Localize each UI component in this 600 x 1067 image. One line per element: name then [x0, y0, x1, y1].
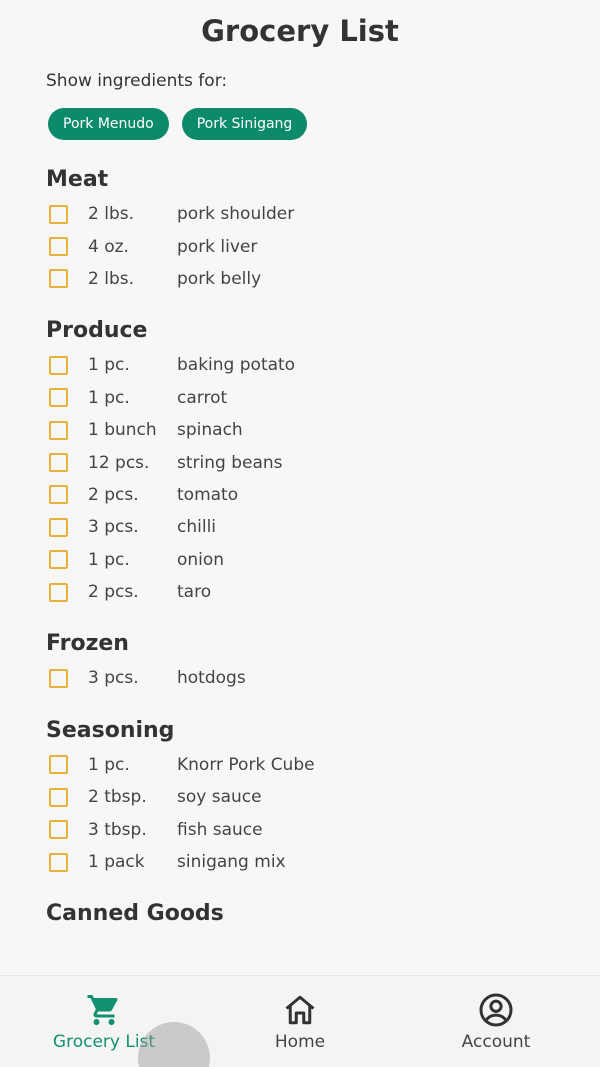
item-quantity: 4 oz. — [88, 236, 129, 257]
section-title: Frozen — [46, 631, 129, 657]
chip-pork-menudo[interactable]: Pork Menudo — [48, 108, 169, 140]
list-item: 2 pcs. taro — [0, 576, 600, 608]
item-checkbox[interactable] — [49, 668, 68, 688]
item-quantity: 3 tbsp. — [88, 819, 147, 840]
list-item: 1 bunch spinach — [0, 414, 600, 446]
item-name: Knorr Pork Cube — [177, 754, 315, 775]
account-icon — [479, 993, 513, 1027]
item-quantity: 1 pc. — [88, 754, 130, 775]
section-produce: Produce 1 pc. baking potato 1 pc. carrot 1 bu… — [0, 313, 600, 608]
list-item: 1 pc. baking potato — [0, 349, 600, 381]
item-quantity: 3 pcs. — [88, 668, 139, 689]
list-item: 1 pack sinigang mix — [0, 846, 600, 878]
bottom-nav: Grocery List Home Account — [0, 975, 600, 1067]
item-quantity: 2 pcs. — [88, 582, 139, 603]
list-item: 1 pc. carrot — [0, 382, 600, 414]
section-title: Canned Goods — [46, 901, 224, 927]
item-checkbox[interactable] — [49, 485, 68, 505]
list-item: 1 pc. Knorr Pork Cube — [0, 749, 600, 781]
list-item: 4 oz. pork liver — [0, 230, 600, 262]
item-name: spinach — [177, 420, 243, 441]
list-item: 3 pcs. hotdogs — [0, 662, 600, 694]
section-title: Meat — [46, 167, 109, 192]
item-checkbox[interactable] — [49, 269, 68, 289]
item-name: onion — [177, 549, 225, 570]
item-quantity: 1 pack — [88, 852, 145, 873]
item-name: fish sauce — [177, 819, 263, 840]
list-item: 3 pcs. chilli — [0, 511, 600, 543]
item-name: sinigang mix — [177, 852, 286, 873]
list-item: 2 tbsp. soy sauce — [0, 781, 600, 813]
item-checkbox[interactable] — [49, 388, 68, 408]
list-item: 2 lbs. pork belly — [0, 263, 600, 295]
item-name: baking potato — [177, 355, 296, 376]
item-name: tomato — [177, 484, 239, 505]
item-checkbox[interactable] — [49, 420, 68, 440]
item-name: taro — [177, 582, 212, 603]
filter-label: Show ingredients for: — [46, 71, 228, 91]
item-quantity: 1 bunch — [88, 420, 157, 441]
item-name: string beans — [177, 452, 283, 473]
section-frozen: Frozen 3 pcs. hotdogs — [0, 626, 600, 694]
item-quantity: 2 pcs. — [88, 484, 139, 505]
item-checkbox[interactable] — [49, 550, 68, 570]
list-item: 12 pcs. string beans — [0, 446, 600, 478]
section-title: Seasoning — [46, 717, 175, 743]
item-checkbox[interactable] — [49, 237, 68, 257]
list-item: 1 pc. onion — [0, 544, 600, 576]
nav-home-label: Home — [274, 1032, 326, 1052]
item-quantity: 2 tbsp. — [88, 787, 147, 808]
list-item: 2 pcs. tomato — [0, 479, 600, 511]
item-quantity: 2 lbs. — [88, 204, 134, 225]
recipe-filter-chips: Pork Menudo Pork Sinigang — [48, 108, 308, 140]
item-checkbox[interactable] — [49, 517, 68, 537]
item-checkbox[interactable] — [49, 787, 68, 807]
item-quantity: 2 lbs. — [88, 268, 134, 289]
grocery-sections: Meat 2 lbs. pork shoulder 4 oz. pork liver 2 … — [0, 162, 600, 950]
item-name: hotdogs — [177, 668, 246, 689]
page-title: Grocery List — [201, 14, 399, 48]
item-quantity: 3 pcs. — [88, 517, 139, 538]
item-name: pork belly — [177, 268, 262, 289]
item-checkbox[interactable] — [49, 582, 68, 602]
item-quantity: 1 pc. — [88, 387, 130, 408]
item-name: carrot — [177, 387, 228, 408]
item-quantity: 1 pc. — [88, 549, 130, 570]
section-seasoning: Seasoning 1 pc. Knorr Pork Cube 2 tbsp. soy … — [0, 713, 600, 879]
nav-account-label: Account — [461, 1032, 531, 1052]
nav-home[interactable]: Home — [200, 976, 400, 1067]
item-checkbox[interactable] — [49, 204, 68, 224]
item-quantity: 12 pcs. — [88, 452, 150, 473]
section-meat: Meat 2 lbs. pork shoulder 4 oz. pork liver 2 … — [0, 162, 600, 295]
item-name: pork liver — [177, 236, 258, 257]
home-icon — [285, 995, 315, 1025]
list-item: 3 tbsp. fish sauce — [0, 813, 600, 845]
section-title: Produce — [46, 318, 148, 344]
item-name: chilli — [177, 517, 217, 538]
cart-icon — [87, 995, 118, 1025]
section-canned-goods: Canned Goods — [0, 896, 600, 932]
chip-pork-sinigang[interactable]: Pork Sinigang — [181, 108, 308, 140]
list-item: 2 lbs. pork shoulder — [0, 198, 600, 230]
item-checkbox[interactable] — [49, 852, 68, 872]
item-checkbox[interactable] — [49, 453, 68, 473]
item-checkbox[interactable] — [49, 355, 68, 375]
item-name: soy sauce — [177, 787, 262, 808]
item-checkbox[interactable] — [49, 755, 68, 775]
nav-account[interactable]: Account — [396, 976, 596, 1067]
item-quantity: 1 pc. — [88, 355, 130, 376]
item-name: pork shoulder — [177, 204, 295, 225]
item-checkbox[interactable] — [49, 820, 68, 840]
